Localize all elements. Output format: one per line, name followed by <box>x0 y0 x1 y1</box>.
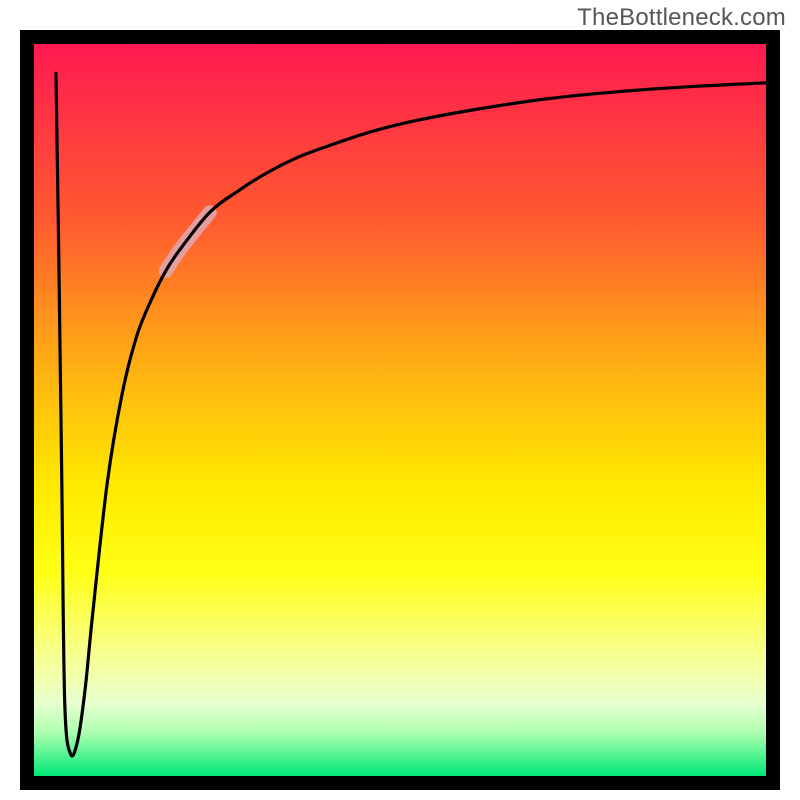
chart-frame <box>20 30 780 790</box>
chart-container: TheBottleneck.com <box>0 0 800 800</box>
watermark-text: TheBottleneck.com <box>577 4 786 32</box>
plot-background <box>34 44 766 776</box>
chart-svg <box>20 30 780 790</box>
